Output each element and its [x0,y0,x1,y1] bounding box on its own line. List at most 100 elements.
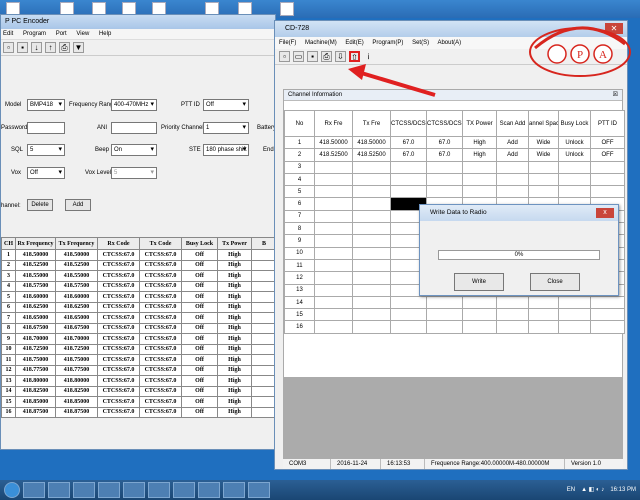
table-cell[interactable]: CTCSS:67.0 [139,280,182,292]
table-cell[interactable]: 418.70000 [15,333,56,345]
table-row[interactable]: 9 418.70000 418.70000 CTCSS:67.0 CTCSS:67.0 O… [1,333,277,345]
table-row[interactable]: 2 418.52500 418.52500 67.0 67.0 High Add Wide Un… [284,148,625,162]
table-cell[interactable]: High [217,343,252,355]
sql-select[interactable]: 5 [27,144,65,156]
row-number-cell[interactable]: 16 [284,320,315,334]
table-cell[interactable] [251,301,277,313]
taskbar-app-icon[interactable] [23,482,45,498]
menu-set[interactable]: Set(S) [412,40,429,46]
dialog-close-icon[interactable]: x [596,208,614,218]
table-cell[interactable] [426,295,463,310]
table-cell[interactable]: Off [181,343,218,355]
table-cell[interactable]: CTCSS:67.0 [97,375,140,387]
table-cell[interactable]: CTCSS:67.0 [97,354,140,366]
table-cell[interactable]: CTCSS:67.0 [139,375,182,387]
table-cell[interactable]: CTCSS:67.0 [139,291,182,303]
table-cell[interactable]: 7 [1,312,16,324]
table-cell[interactable] [390,160,427,174]
table-cell[interactable]: 12 [1,364,16,376]
table-cell[interactable]: CTCSS:67.0 [139,312,182,324]
table-cell[interactable]: CTCSS:67.0 [97,322,140,334]
table-cell[interactable]: CTCSS:67.0 [139,301,182,313]
taskbar-app-icon[interactable] [248,482,270,498]
table-cell[interactable]: 13 [1,375,16,387]
menu-program[interactable]: Program(P) [372,40,403,46]
table-cell[interactable]: High [217,249,252,261]
table-cell[interactable]: CTCSS:67.0 [97,301,140,313]
table-cell[interactable]: CTCSS:67.0 [97,406,140,418]
table-cell[interactable]: CTCSS:67.0 [97,343,140,355]
table-row[interactable]: 8 418.67500 418.67500 CTCSS:67.0 CTCSS:67.0 O… [1,322,277,334]
table-cell[interactable] [251,280,277,292]
table-cell[interactable]: High [217,354,252,366]
table-cell[interactable] [314,222,353,236]
table-cell[interactable]: 418.87500 [55,406,98,418]
table-cell[interactable] [251,259,277,271]
taskbar-app-icon[interactable] [48,482,70,498]
table-cell[interactable] [251,406,277,418]
table-cell[interactable] [558,172,591,187]
table-cell[interactable] [314,234,353,248]
table-cell[interactable]: Off [181,364,218,376]
row-number-cell[interactable]: 1 [284,135,315,150]
table-cell[interactable]: CTCSS:67.0 [139,270,182,282]
table-cell[interactable] [251,291,277,303]
table-cell[interactable] [590,308,625,322]
table-cell[interactable]: 3 [1,270,16,282]
table-cell[interactable]: High [217,364,252,376]
table-cell[interactable]: Off [181,322,218,334]
table-cell[interactable]: High [217,385,252,397]
vox-select[interactable]: Off [27,167,65,179]
table-cell[interactable] [528,160,559,174]
table-cell[interactable]: 418.85000 [55,396,98,408]
table-cell[interactable] [352,308,391,322]
table-cell[interactable] [251,249,277,261]
table-cell[interactable]: High [462,135,497,150]
table-cell[interactable] [352,160,391,174]
table-cell[interactable] [558,295,591,310]
table-cell[interactable] [496,160,529,174]
table-cell[interactable] [352,234,391,248]
row-number-cell[interactable]: 7 [284,209,315,224]
table-cell[interactable]: 418.50000 [55,249,98,261]
table-row[interactable]: 1 418.50000 418.50000 67.0 67.0 High Add Wide Un… [284,135,625,150]
row-number-cell[interactable]: 9 [284,234,315,248]
table-row[interactable]: 6 418.62500 418.62500 CTCSS:67.0 CTCSS:67.0 O… [1,301,277,313]
table-cell[interactable] [496,308,529,322]
save-icon[interactable]: ▪ [307,51,318,62]
table-cell[interactable]: CTCSS:67.0 [139,396,182,408]
table-cell[interactable]: 418.77500 [55,364,98,376]
table-cell[interactable]: CTCSS:67.0 [97,270,140,282]
table-cell[interactable] [314,209,353,224]
vox-level-select[interactable]: 5 [111,167,157,179]
table-row[interactable]: 15 [284,308,625,322]
table-cell[interactable] [558,308,591,322]
row-number-cell[interactable]: 14 [284,295,315,310]
table-cell[interactable] [462,295,497,310]
table-cell[interactable]: 67.0 [426,148,463,162]
table-cell[interactable]: CTCSS:67.0 [97,312,140,324]
table-cell[interactable] [528,172,559,187]
table-cell[interactable]: 418.82500 [15,385,56,397]
table-cell[interactable]: 10 [1,343,16,355]
table-cell[interactable]: CTCSS:67.0 [139,406,182,418]
row-number-cell[interactable]: 6 [284,197,315,211]
table-cell[interactable]: 418.52500 [352,148,391,162]
table-cell[interactable]: 16 [1,406,16,418]
table-cell[interactable]: 418.72500 [55,343,98,355]
menu-machine[interactable]: Machine(M) [305,40,337,46]
table-cell[interactable] [251,396,277,408]
table-row[interactable]: 2 418.52500 418.52500 CTCSS:67.0 CTCSS:67.0 O… [1,259,277,271]
table-row[interactable]: 13 418.80000 418.80000 CTCSS:67.0 CTCSS:67.0… [1,375,277,387]
table-cell[interactable] [496,295,529,310]
table-cell[interactable] [462,185,497,199]
ani-input[interactable] [111,122,157,134]
table-cell[interactable]: 4 [1,280,16,292]
table-cell[interactable]: Off [181,259,218,271]
table-cell[interactable] [251,364,277,376]
row-number-cell[interactable]: 12 [284,271,315,285]
table-cell[interactable]: High [217,301,252,313]
table-cell[interactable] [558,160,591,174]
table-cell[interactable]: 418.75000 [55,354,98,366]
table-cell[interactable]: 67.0 [390,135,427,150]
